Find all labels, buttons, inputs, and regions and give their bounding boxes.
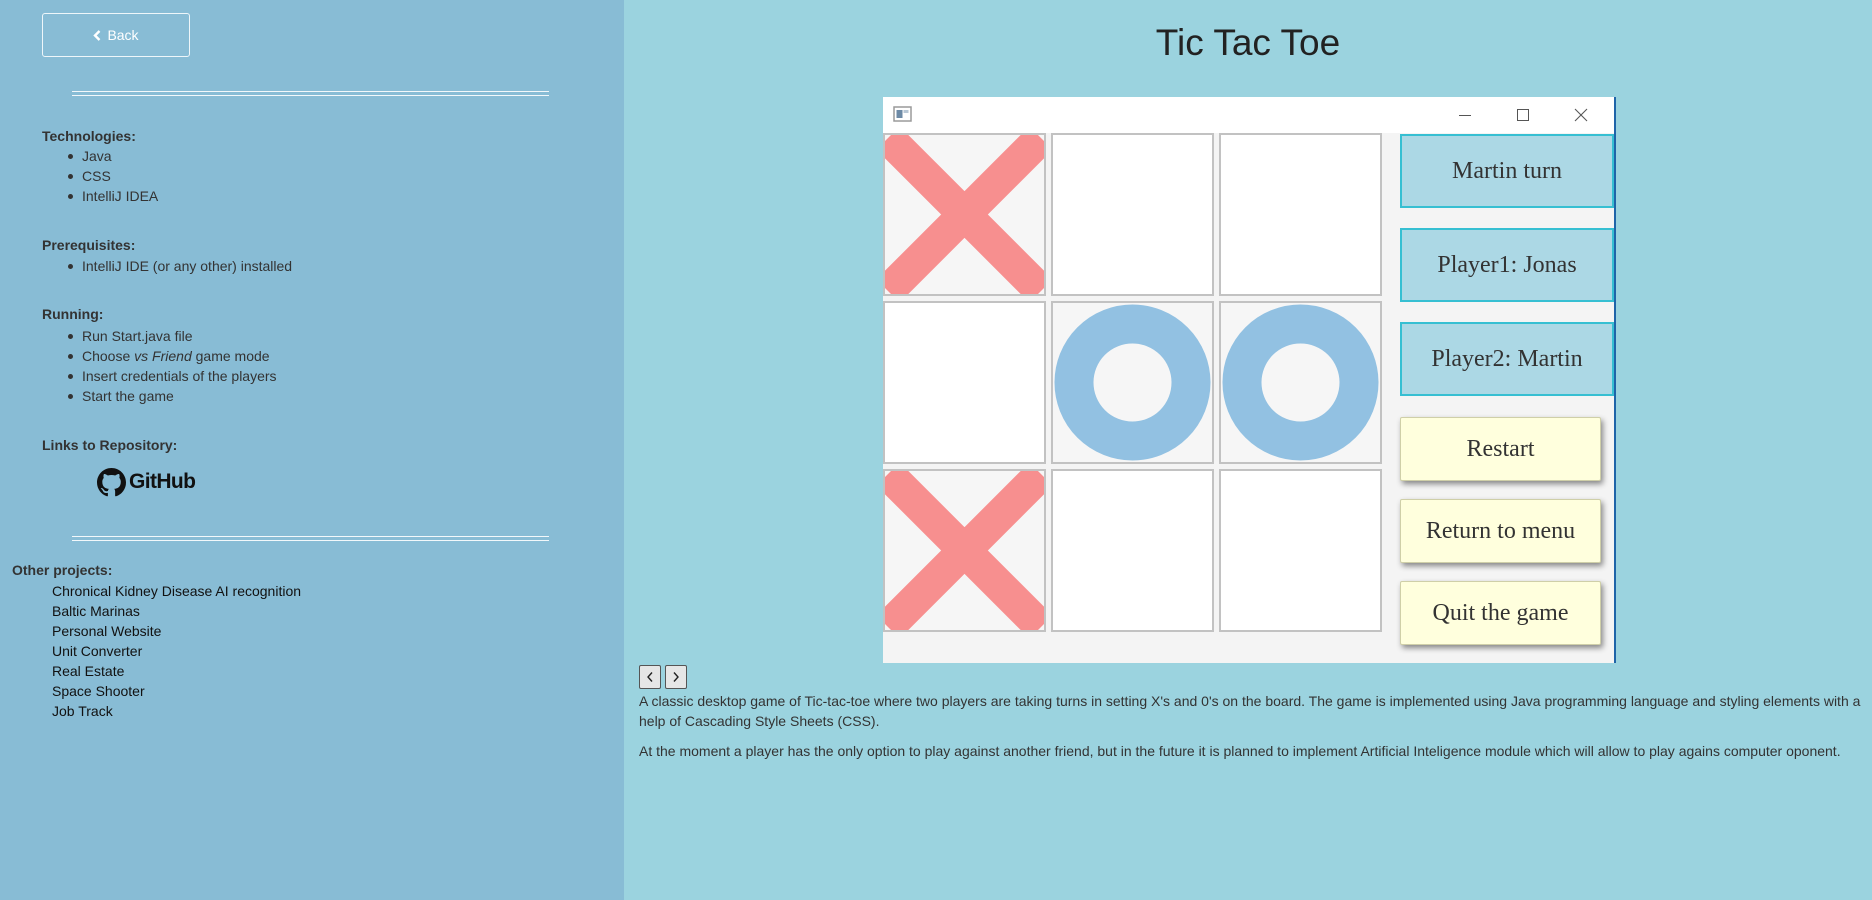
turn-indicator: Martin turn (1400, 134, 1614, 208)
list-item: Start the game (68, 386, 277, 406)
game-board (883, 133, 1386, 636)
divider (72, 91, 549, 96)
board-cell[interactable] (883, 133, 1046, 296)
links-title: Links to Repository: (42, 437, 178, 453)
other-projects-list: Chronical Kidney Disease AI recognition … (52, 581, 301, 721)
board-cell[interactable] (883, 301, 1046, 464)
project-link[interactable]: Chronical Kidney Disease AI recognition (52, 583, 301, 599)
project-link[interactable]: Real Estate (52, 663, 124, 679)
list-item: Run Start.java file (68, 326, 277, 346)
project-link[interactable]: Personal Website (52, 623, 161, 639)
list-item-text: game mode (191, 348, 270, 364)
close-icon[interactable] (1572, 106, 1590, 124)
board-cell[interactable] (1219, 133, 1382, 296)
java-app-icon (893, 106, 912, 122)
maximize-icon[interactable] (1514, 106, 1532, 124)
project-description: A classic desktop game of Tic-tac-toe wh… (639, 693, 1861, 729)
project-link[interactable]: Baltic Marinas (52, 603, 140, 619)
project-description: At the moment a player has the only opti… (639, 743, 1841, 759)
prerequisites-list: IntelliJ IDE (or any other) installed (67, 256, 293, 276)
return-to-menu-button[interactable]: Return to menu (1400, 499, 1601, 563)
project-link[interactable]: Job Track (52, 703, 113, 719)
chevron-left-icon (647, 672, 653, 682)
carousel-next-button[interactable] (665, 665, 687, 689)
chevron-left-icon (93, 29, 101, 41)
sidebar: Back Technologies: Java CSS IntelliJ IDE… (0, 0, 624, 900)
technologies-title: Technologies: (42, 128, 136, 144)
board-cell[interactable] (1219, 301, 1382, 464)
divider (72, 536, 549, 541)
page-title: Tic Tac Toe (1155, 22, 1341, 63)
list-item: Personal Website (52, 621, 301, 641)
list-item: Choose vs Friend game mode (68, 346, 277, 366)
minimize-icon[interactable] (1456, 106, 1474, 124)
list-item: Insert credentials of the players (68, 368, 277, 384)
list-item: Baltic Marinas (52, 601, 301, 621)
project-link[interactable]: Unit Converter (52, 643, 142, 659)
quit-game-button[interactable]: Quit the game (1400, 581, 1601, 645)
technologies-list: Java CSS IntelliJ IDEA (67, 146, 159, 206)
list-item-text: Choose (82, 348, 135, 364)
list-item: Java (67, 146, 158, 166)
player1-label: Player1: Jonas (1400, 228, 1614, 302)
restart-button[interactable]: Restart (1400, 417, 1601, 481)
carousel-prev-button[interactable] (639, 665, 661, 689)
list-item: CSS (67, 166, 158, 186)
other-projects-title: Other projects: (12, 562, 113, 578)
list-item: IntelliJ IDEA (67, 188, 159, 204)
board-cell[interactable] (883, 469, 1046, 632)
github-icon (97, 467, 126, 496)
o-mark (1222, 304, 1379, 461)
running-list: Run Start.java file Choose vs Friend gam… (68, 326, 277, 406)
back-button-label: Back (107, 27, 139, 43)
o-mark (1054, 304, 1211, 461)
chevron-right-icon (673, 672, 679, 682)
board-cell[interactable] (1051, 133, 1214, 296)
window-titlebar (883, 97, 1614, 133)
game-mode-name: vs Friend (134, 348, 192, 364)
x-mark (885, 471, 1044, 630)
x-mark (885, 135, 1044, 294)
list-item: IntelliJ IDE (or any other) installed (67, 258, 293, 274)
board-cell[interactable] (1051, 301, 1214, 464)
list-item: Space Shooter (52, 681, 301, 701)
board-cell[interactable] (1219, 469, 1382, 632)
github-label: GitHub (129, 470, 196, 493)
project-link[interactable]: Space Shooter (52, 683, 145, 699)
list-item: Real Estate (52, 661, 301, 681)
running-title: Running: (42, 306, 104, 322)
list-item: Chronical Kidney Disease AI recognition (52, 581, 301, 601)
prerequisites-title: Prerequisites: (42, 237, 136, 253)
back-button[interactable]: Back (42, 13, 190, 57)
game-screenshot: Martin turn Player1: Jonas Player2: Mart… (883, 97, 1616, 663)
board-cell[interactable] (1051, 469, 1214, 632)
list-item: Job Track (52, 701, 301, 721)
list-item: Unit Converter (52, 641, 301, 661)
player2-label: Player2: Martin (1400, 322, 1614, 396)
github-link[interactable]: GitHub (97, 466, 196, 498)
